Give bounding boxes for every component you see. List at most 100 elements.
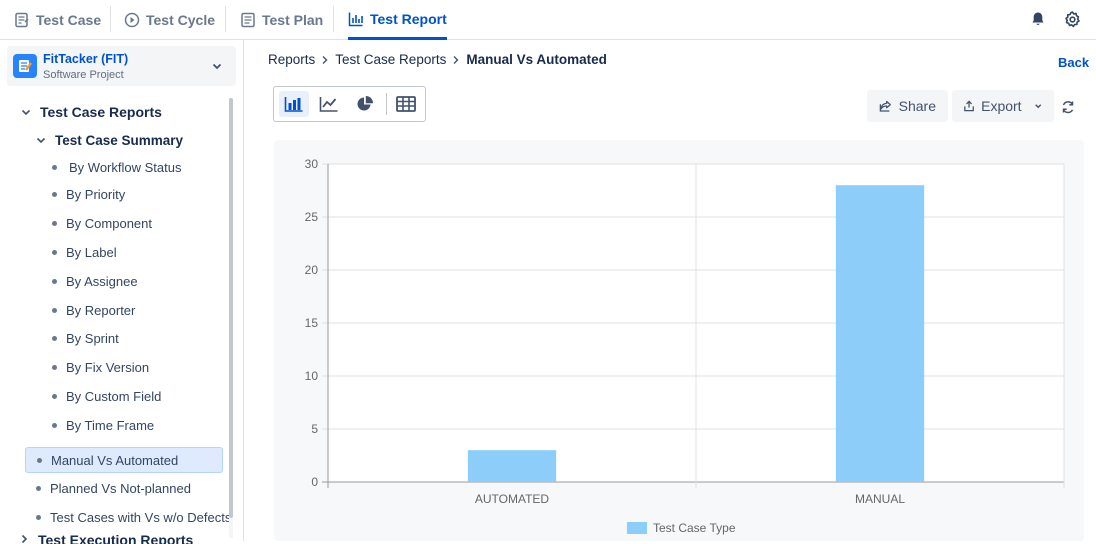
bar-chart: 0 5 10 15 20 25 30 AUTOMATED MANUAL Test Case Typ… [305, 157, 1065, 535]
line-chart-icon [319, 97, 338, 112]
chevron-down-icon [1034, 104, 1041, 109]
sidebar-item-by-component[interactable]: By Component [52, 211, 152, 235]
bell-icon[interactable] [1029, 10, 1047, 28]
table-icon [396, 96, 416, 112]
sidebar-item-label: Manual Vs Automated [51, 452, 179, 468]
tab-label: Test Report [370, 10, 447, 27]
project-type: Software Project [43, 69, 124, 81]
sidebar-item-by-label[interactable]: By Label [52, 240, 117, 264]
tab-label: Test Plan [262, 11, 324, 28]
project-name: FitTacker (FIT) [43, 52, 129, 66]
bullet-icon [52, 164, 57, 170]
sidebar-item-by-sprint[interactable]: By Sprint [52, 326, 119, 350]
tab-divider [225, 6, 226, 32]
tab-test-cycle[interactable]: Test Cycle [124, 0, 215, 39]
bar-chart-icon [284, 97, 303, 112]
breadcrumb-current: Manual Vs Automated [466, 52, 607, 67]
y-tick-label: 30 [305, 157, 319, 171]
bullet-icon [36, 514, 41, 520]
sidebar-item-manual-vs-automated[interactable]: Manual Vs Automated [25, 447, 223, 473]
gear-icon[interactable] [1063, 10, 1081, 28]
sidebar-item-label: By Fix Version [66, 359, 150, 375]
test-plan-icon [241, 12, 255, 27]
bar-chart-icon [348, 12, 363, 26]
tab-label: Test Case [36, 11, 102, 28]
bullet-icon [52, 307, 57, 313]
tab-test-plan[interactable]: Test Plan [240, 0, 323, 39]
bar [835, 185, 925, 482]
line-chart-view-button[interactable] [314, 91, 344, 117]
pie-chart-icon [357, 96, 373, 111]
legend-label: Test Case Type [653, 521, 736, 535]
sidebar-item-label: By Priority [66, 186, 126, 202]
test-cycle-icon [124, 12, 140, 27]
sidebar-item-label: By Reporter [66, 302, 136, 318]
export-button-label: Export [981, 98, 1022, 114]
tree-subgroup-label: Test Case Summary [55, 132, 184, 148]
export-icon [964, 100, 974, 112]
sidebar-item-label: By Sprint [66, 330, 119, 346]
sidebar-item-by-custom-field[interactable]: By Custom Field [52, 384, 161, 408]
bullet-icon [52, 220, 57, 226]
tab-test-case[interactable]: Test Case [14, 0, 101, 39]
sidebar-item-label: By Time Frame [66, 417, 155, 433]
table-view-button[interactable] [391, 91, 421, 117]
tab-divider [333, 6, 334, 32]
breadcrumb-reports[interactable]: Reports [268, 52, 315, 67]
tree-group-label: Test Execution Reports [38, 532, 194, 544]
tree-group-test-case-reports[interactable]: Test Case Reports [20, 100, 162, 124]
pie-chart-view-button[interactable] [350, 91, 380, 117]
bullet-icon [52, 393, 57, 399]
project-logo-icon [13, 54, 37, 78]
chevron-down-icon [21, 109, 31, 116]
y-tick-label: 25 [305, 210, 319, 224]
y-tick-label: 10 [305, 369, 319, 383]
bullet-icon [52, 364, 57, 370]
view-mode-toggle [273, 86, 426, 122]
sidebar-item-by-priority[interactable]: By Priority [52, 182, 125, 206]
sidebar-item-label: Test Cases with Vs w/o Defects [50, 509, 232, 525]
sidebar-item-label: By Label [66, 244, 117, 260]
bullet-icon [52, 249, 57, 255]
sidebar-item-by-fix-version[interactable]: By Fix Version [52, 355, 149, 379]
export-button[interactable]: Export [952, 90, 1054, 122]
x-tick-label: AUTOMATED [475, 492, 550, 506]
tree-group-label: Test Case Reports [40, 104, 162, 120]
sidebar-item-label: By Assignee [66, 273, 138, 289]
tab-test-report[interactable]: Test Report [348, 0, 447, 40]
sidebar-scrollbar-thumb[interactable] [229, 98, 233, 518]
refresh-icon[interactable] [1060, 99, 1076, 115]
sidebar-item-by-assignee[interactable]: By Assignee [52, 269, 138, 293]
chevron-right-icon [21, 534, 28, 544]
sidebar-item-planned-vs-not-planned[interactable]: Planned Vs Not-planned [36, 476, 191, 500]
view-toggle-divider [386, 93, 387, 115]
chevron-down-icon[interactable] [210, 59, 224, 73]
tree-subgroup-test-case-summary[interactable]: Test Case Summary [35, 128, 183, 152]
share-button[interactable]: Share [867, 90, 948, 122]
share-button-label: Share [898, 98, 936, 114]
bullet-icon [52, 191, 57, 197]
sidebar-item-by-workflow-status[interactable]: By Workflow Status [52, 155, 181, 179]
bar-chart-view-button[interactable] [279, 91, 309, 117]
y-tick-label: 15 [305, 316, 319, 330]
tab-label: Test Cycle [146, 11, 215, 28]
chart-panel: 0 5 10 15 20 25 30 AUTOMATED MANUAL Test Case Typ… [274, 140, 1084, 541]
sidebar-item-by-reporter[interactable]: By Reporter [52, 298, 135, 322]
back-link[interactable]: Back [1058, 55, 1089, 70]
tree-group-test-execution-reports[interactable]: Test Execution Reports [18, 532, 193, 544]
sidebar-item-by-time-frame[interactable]: By Time Frame [52, 413, 154, 437]
y-tick-label: 20 [305, 263, 319, 277]
sidebar-item-label: By Custom Field [66, 388, 162, 404]
y-tick-label: 5 [311, 422, 318, 436]
sidebar-item-label: By Component [66, 215, 152, 231]
chevron-right-icon [453, 55, 459, 64]
breadcrumb: Reports Test Case Reports Manual Vs Auto… [268, 52, 607, 67]
tab-divider [110, 6, 111, 32]
test-case-icon [15, 12, 29, 27]
breadcrumb-test-case-reports[interactable]: Test Case Reports [335, 52, 446, 67]
project-selector[interactable]: FitTacker (FIT) Software Project [7, 46, 236, 86]
sidebar-item-test-cases-with-vs-without-defects[interactable]: Test Cases with Vs w/o Defects [36, 505, 231, 529]
sidebar-item-label: By Workflow Status [69, 159, 182, 175]
bullet-icon [36, 485, 41, 491]
bullet-icon [37, 457, 42, 463]
